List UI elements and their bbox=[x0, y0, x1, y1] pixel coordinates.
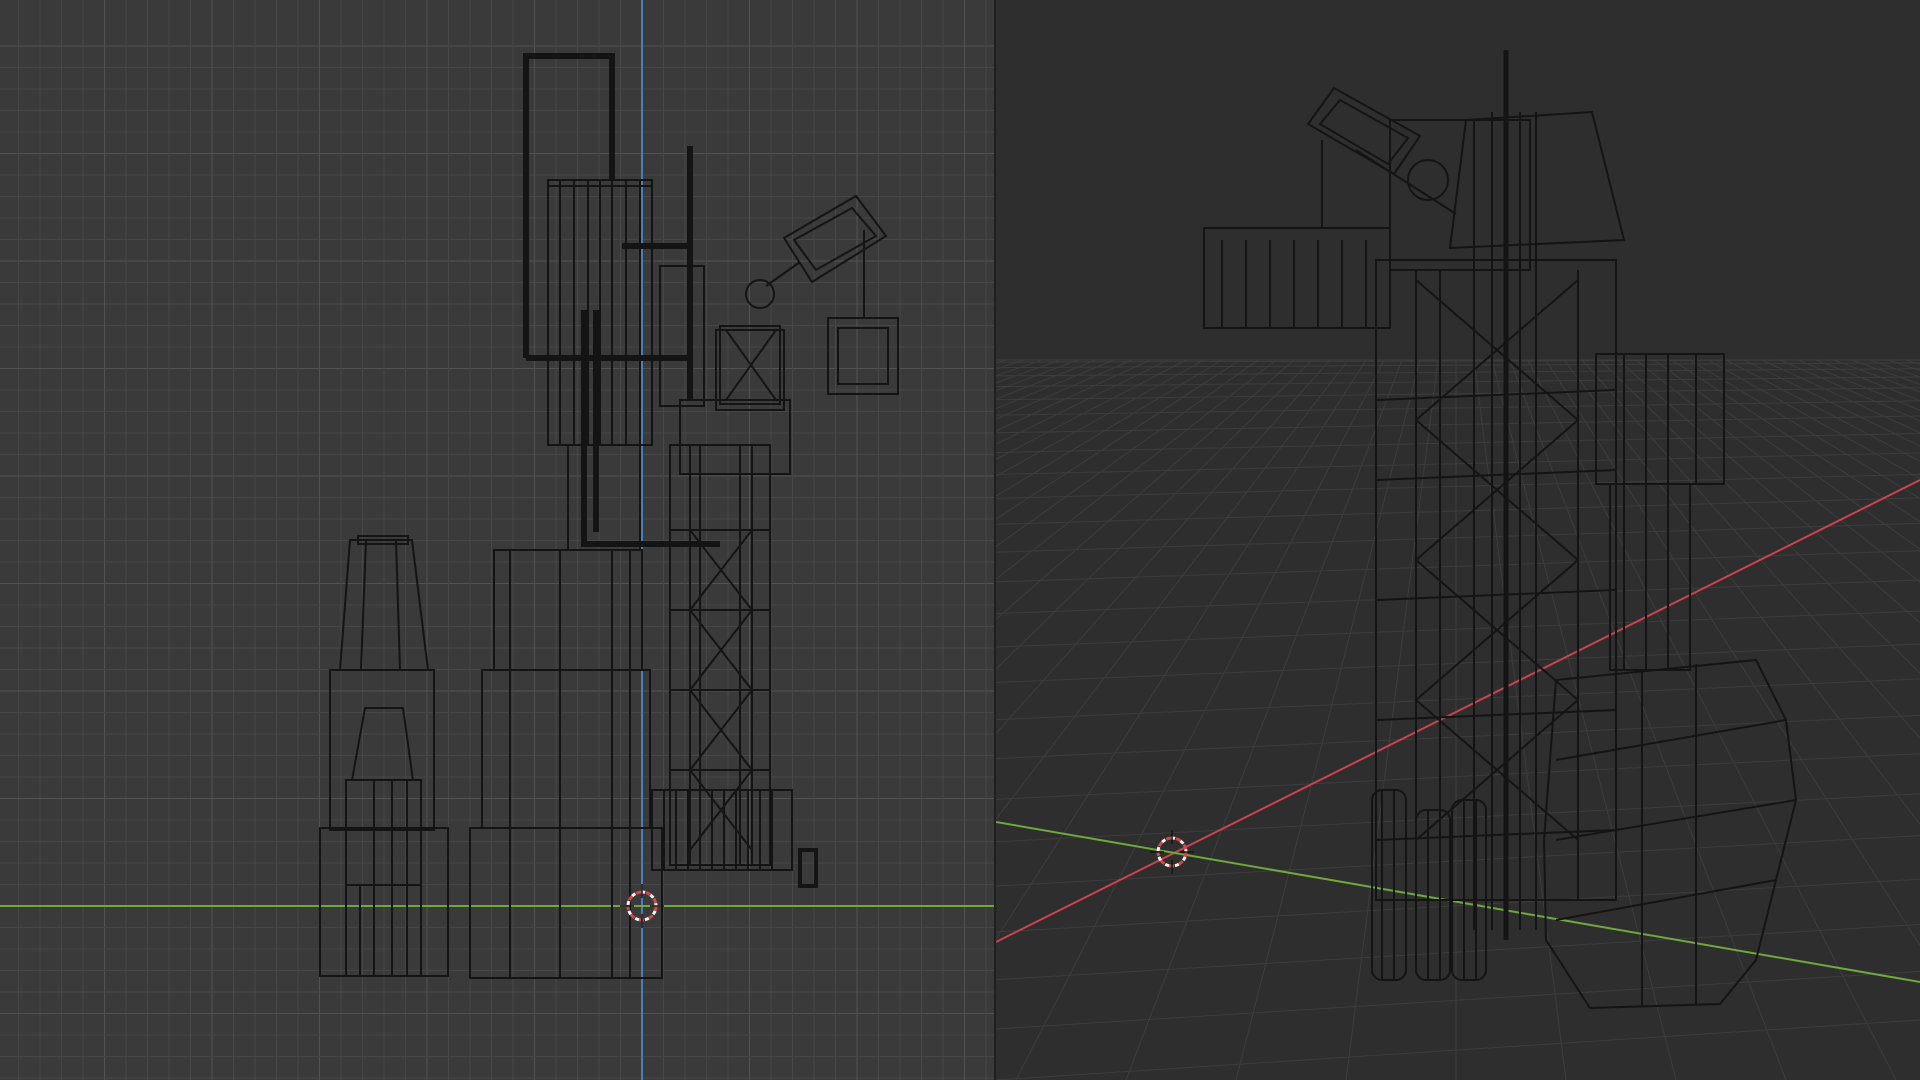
front-view-canvas[interactable] bbox=[0, 0, 996, 1080]
grid-line bbox=[996, 878, 1920, 933]
grid-line bbox=[996, 359, 1115, 410]
upper-tank bbox=[547, 179, 653, 551]
grid-line bbox=[996, 550, 1920, 583]
grid-line bbox=[1015, 359, 1385, 1080]
viewport-perspective[interactable] bbox=[996, 0, 1920, 1080]
cylinder-base bbox=[469, 549, 663, 979]
grid-line bbox=[996, 368, 1920, 377]
grid-line bbox=[996, 753, 1920, 800]
grid-line bbox=[1671, 359, 1920, 523]
grid-line bbox=[996, 359, 1169, 445]
grid-line bbox=[996, 359, 1223, 497]
grid-line bbox=[996, 359, 1349, 820]
grid-line bbox=[996, 678, 1920, 721]
grid-line bbox=[1527, 359, 1897, 1080]
grid-line bbox=[996, 359, 1205, 477]
grid-line bbox=[1779, 359, 1920, 422]
front-grid bbox=[0, 0, 996, 1080]
grid-line bbox=[1617, 359, 1920, 624]
grid-line bbox=[996, 359, 1187, 460]
y-axis-line bbox=[996, 821, 1920, 983]
grid-line bbox=[996, 1019, 1920, 1080]
grid-line bbox=[996, 610, 1920, 648]
perspective-view-canvas[interactable] bbox=[996, 0, 1920, 1080]
grid-line bbox=[996, 387, 1920, 401]
grid-line bbox=[996, 432, 1920, 454]
grid-line bbox=[996, 473, 1920, 499]
grid-line bbox=[996, 359, 1295, 620]
grid-line bbox=[996, 923, 1920, 981]
grid-line bbox=[996, 359, 1061, 384]
grid-line bbox=[996, 359, 1367, 941]
crane-arm bbox=[719, 194, 899, 405]
wireframe-model-perspective[interactable] bbox=[1203, 50, 1798, 1010]
grid-line bbox=[996, 359, 1133, 420]
viewport-front-orthographic[interactable] bbox=[0, 0, 996, 1080]
grid-line bbox=[996, 415, 1920, 434]
grid-line bbox=[996, 359, 1043, 377]
wireframe-model-front[interactable] bbox=[319, 53, 899, 979]
crane-arm bbox=[1306, 86, 1457, 228]
